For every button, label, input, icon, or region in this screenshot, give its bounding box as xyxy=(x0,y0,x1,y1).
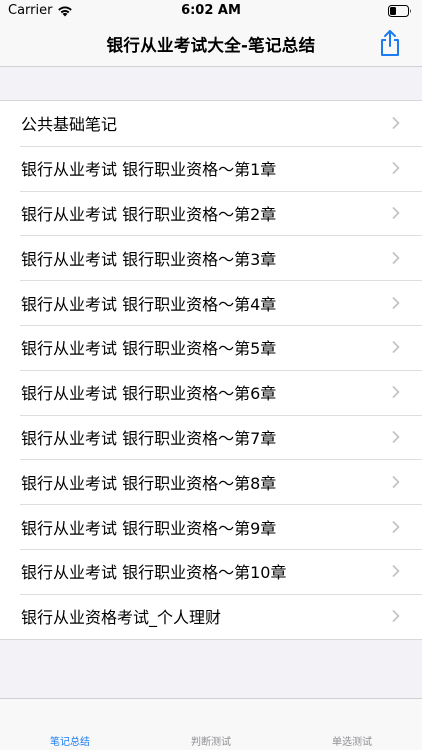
chevron-right-icon xyxy=(392,207,400,219)
chevron-right-icon xyxy=(392,565,400,578)
list-item-label: 银行从业考试 银行职业资格～第9章 xyxy=(21,518,277,538)
list-item[interactable]: 银行从业考试 银行职业资格～第3章 xyxy=(0,235,422,280)
tab-notes-summary[interactable]: 笔记总结 xyxy=(0,733,140,748)
list-item-label: 银行从业考试 银行职业资格～第6章 xyxy=(21,384,277,404)
list-item-label: 银行从业考试 银行职业资格～第3章 xyxy=(21,249,277,269)
chevron-right-icon xyxy=(392,251,400,264)
chevron-right-icon xyxy=(392,386,400,399)
list-item-label: 银行从业考试 银行职业资格～第10章 xyxy=(21,563,287,583)
list-item[interactable]: 银行从业考试 银行职业资格～第5章 xyxy=(0,324,422,370)
chevron-right-icon xyxy=(392,520,400,533)
tab-true-false-test[interactable]: 判断测试 xyxy=(141,733,281,748)
list-item-label: 银行从业资格考试_个人理财 xyxy=(21,608,222,628)
list-item[interactable]: 银行从业考试 银行职业资格～第10章 xyxy=(0,548,422,594)
list-item-label: 公共基础笔记 xyxy=(21,115,118,135)
list-item-label: 银行从业考试 银行职业资格～第5章 xyxy=(21,339,277,359)
list-item[interactable]: 银行从业考试 银行职业资格～第6章 xyxy=(0,369,422,415)
list-item[interactable]: 公共基础笔记 xyxy=(0,101,422,146)
navigation-header: Carrier 6:02 AM 银行从业考试大全-笔记总结 xyxy=(0,0,422,67)
tab-bar: 笔记总结 判断测试 单选测试 xyxy=(0,698,422,750)
list-item[interactable]: 银行从业考试 银行职业资格～第7章 xyxy=(0,414,422,460)
tab-single-choice-test[interactable]: 单选测试 xyxy=(282,733,422,748)
list-item-label: 银行从业考试 银行职业资格～第4章 xyxy=(21,294,277,314)
list-item[interactable]: 银行从业考试 银行职业资格～第8章 xyxy=(0,459,422,504)
chevron-right-icon xyxy=(392,431,400,443)
list-item[interactable]: 银行从业考试 银行职业资格～第2章 xyxy=(0,190,422,236)
list-item-label: 银行从业考试 银行职业资格～第8章 xyxy=(21,473,277,493)
chevron-right-icon xyxy=(392,162,400,175)
chevron-right-icon xyxy=(392,610,400,623)
list-item[interactable]: 银行从业考试 银行职业资格～第1章 xyxy=(0,145,422,191)
list-item[interactable]: 银行从业资格考试_个人理财 xyxy=(0,593,422,639)
chevron-right-icon xyxy=(392,296,400,309)
list-item[interactable]: 银行从业考试 银行职业资格～第4章 xyxy=(0,280,422,325)
status-bar: Carrier 6:02 AM xyxy=(0,0,422,22)
list-item-label: 银行从业考试 银行职业资格～第2章 xyxy=(21,204,277,224)
list-item-label: 银行从业考试 银行职业资格～第7章 xyxy=(21,428,277,448)
chevron-right-icon xyxy=(392,341,400,354)
chevron-right-icon xyxy=(392,117,400,130)
share-icon[interactable] xyxy=(378,29,402,57)
page-title: 银行从业考试大全-笔记总结 xyxy=(106,36,316,55)
battery-icon xyxy=(388,5,411,17)
notes-list: 公共基础笔记 银行从业考试 银行职业资格～第1章 银行从业考试 银行职业资格～第… xyxy=(0,100,422,640)
chevron-right-icon xyxy=(392,475,400,488)
list-item[interactable]: 银行从业考试 银行职业资格～第9章 xyxy=(0,504,422,549)
status-time: 6:02 AM xyxy=(181,3,241,18)
list-item-label: 银行从业考试 银行职业资格～第1章 xyxy=(21,160,277,180)
